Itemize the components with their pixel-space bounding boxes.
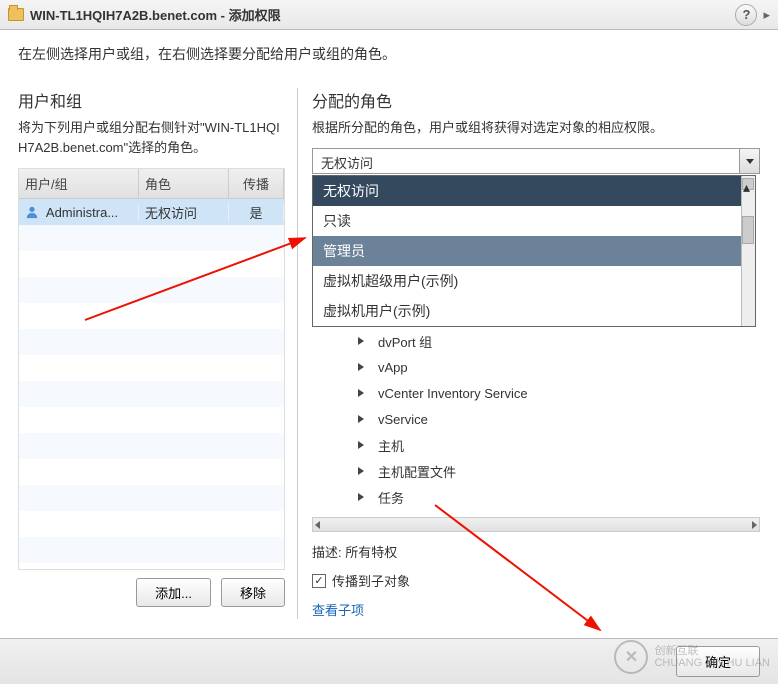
table-row[interactable]: Administra... 无权访问 是 xyxy=(19,199,284,225)
chevron-down-icon xyxy=(746,159,754,164)
folder-icon xyxy=(8,8,24,21)
help-button[interactable]: ? xyxy=(735,4,757,26)
tree-item[interactable]: 任务 xyxy=(312,484,760,510)
expand-icon[interactable] xyxy=(358,363,364,371)
tree-item[interactable]: vApp xyxy=(312,354,760,380)
propagate-checkbox[interactable]: ✓ xyxy=(312,574,326,588)
role-dropdown-list: 无权访问 只读 管理员 虚拟机超级用户(示例) 虚拟机用户(示例) ▴ xyxy=(312,175,756,327)
expand-icon[interactable] xyxy=(358,493,364,501)
col-role[interactable]: 角色 xyxy=(139,169,229,198)
table-body: Administra... 无权访问 是 xyxy=(19,199,284,569)
users-table: 用户/组 角色 传播 Administra... 无权访问 是 xyxy=(18,168,285,570)
title-bar: WIN-TL1HQIH7A2B.benet.com - 添加权限 ? ▸ xyxy=(0,0,778,30)
user-icon xyxy=(25,205,39,219)
scroll-left-icon[interactable] xyxy=(315,521,320,529)
remove-button[interactable]: 移除 xyxy=(221,578,285,607)
dropdown-item-vm-user[interactable]: 虚拟机用户(示例) xyxy=(313,296,755,326)
expand-icon[interactable] xyxy=(358,415,364,423)
tree-item[interactable]: 主机配置文件 xyxy=(312,458,760,484)
watermark-icon: ✕ xyxy=(614,640,648,674)
role-description: 描述: 所有特权 xyxy=(312,542,760,561)
expand-icon[interactable] xyxy=(358,441,364,449)
desc-value: 所有特权 xyxy=(345,545,397,560)
col-prop[interactable]: 传播 xyxy=(229,169,284,198)
right-heading: 分配的角色 xyxy=(312,88,760,112)
users-groups-panel: 用户和组 将为下列用户或组分配右侧针对"WIN-TL1HQIH7A2B.bene… xyxy=(18,88,298,619)
privileges-tree: dvPort 组 vApp vCenter Inventory Service … xyxy=(312,328,760,518)
table-header: 用户/组 角色 传播 xyxy=(19,169,284,199)
tree-label: vCenter Inventory Service xyxy=(378,386,528,401)
tree-item[interactable]: 主机 xyxy=(312,432,760,458)
cell-user-text: Administra... xyxy=(46,205,118,220)
tree-item[interactable]: vCenter Inventory Service xyxy=(312,380,760,406)
dropdown-item-admin[interactable]: 管理员 xyxy=(313,236,755,266)
instruction-text: 在左侧选择用户或组，在右侧选择要分配给用户或组的角色。 xyxy=(0,30,778,88)
col-user[interactable]: 用户/组 xyxy=(19,169,139,198)
watermark-brand: 创新互联 xyxy=(654,645,770,657)
role-combobox-button[interactable] xyxy=(739,149,759,173)
tree-label: 主机 xyxy=(378,436,404,455)
tree-label: vApp xyxy=(378,360,408,375)
roles-panel: 分配的角色 根据所分配的角色，用户或组将获得对选定对象的相应权限。 无权访问 无… xyxy=(298,88,760,619)
dropdown-scrollbar[interactable]: ▴ xyxy=(741,176,755,326)
propagate-label: 传播到子对象 xyxy=(332,571,410,590)
left-heading: 用户和组 xyxy=(18,88,285,112)
window-title: WIN-TL1HQIH7A2B.benet.com - 添加权限 xyxy=(30,5,281,24)
add-button[interactable]: 添加... xyxy=(136,578,211,607)
role-combobox-value: 无权访问 xyxy=(313,149,739,173)
expand-icon[interactable] xyxy=(358,389,364,397)
tree-horizontal-scrollbar[interactable] xyxy=(312,518,760,532)
tree-label: vService xyxy=(378,412,428,427)
help-dropdown-caret[interactable]: ▸ xyxy=(763,7,770,23)
tree-item[interactable]: dvPort 组 xyxy=(312,328,760,354)
dropdown-item-no-access[interactable]: 无权访问 xyxy=(313,176,755,206)
cell-role: 无权访问 xyxy=(139,203,229,222)
role-combobox[interactable]: 无权访问 xyxy=(312,148,760,174)
scroll-right-icon[interactable] xyxy=(752,521,757,529)
dropdown-item-vm-superuser[interactable]: 虚拟机超级用户(示例) xyxy=(313,266,755,296)
tree-label: 主机配置文件 xyxy=(378,462,456,481)
tree-label: dvPort 组 xyxy=(378,332,432,351)
cell-prop: 是 xyxy=(229,203,284,222)
scroll-thumb[interactable] xyxy=(742,216,754,244)
left-desc: 将为下列用户或组分配右侧针对"WIN-TL1HQIH7A2B.benet.com… xyxy=(18,118,285,158)
desc-label: 描述: xyxy=(312,545,342,560)
tree-item[interactable]: vService xyxy=(312,406,760,432)
tree-label: 任务 xyxy=(378,488,404,507)
watermark-url: CHUANG XIN HU LIAN xyxy=(654,657,770,669)
right-desc: 根据所分配的角色，用户或组将获得对选定对象的相应权限。 xyxy=(312,118,760,138)
propagate-checkbox-row[interactable]: ✓ 传播到子对象 xyxy=(312,571,760,590)
view-children-link[interactable]: 查看子项 xyxy=(312,600,760,619)
dropdown-item-readonly[interactable]: 只读 xyxy=(313,206,755,236)
expand-icon[interactable] xyxy=(358,337,364,345)
expand-icon[interactable] xyxy=(358,467,364,475)
cell-user: Administra... xyxy=(19,205,139,220)
watermark: ✕ 创新互联 CHUANG XIN HU LIAN xyxy=(614,640,770,674)
scroll-up-icon[interactable]: ▴ xyxy=(742,178,754,190)
